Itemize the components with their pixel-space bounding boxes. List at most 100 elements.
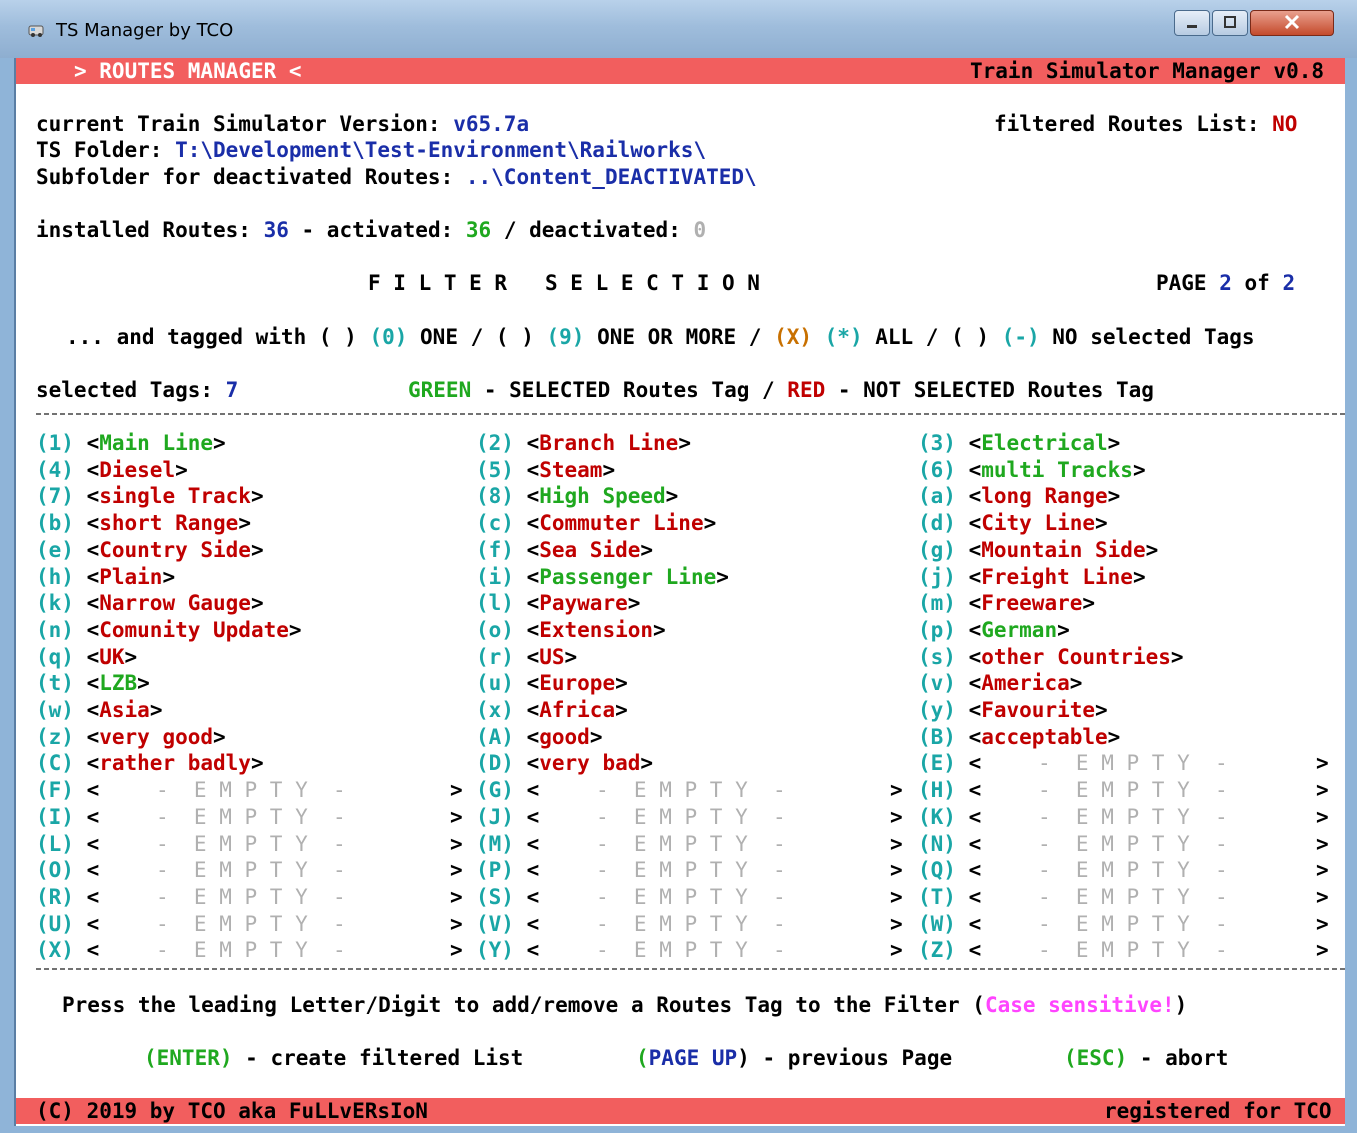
tag-item[interactable]: (U) <: [36, 911, 99, 937]
tag-key[interactable]: (J): [476, 805, 514, 829]
tag-key[interactable]: (l): [476, 591, 514, 615]
tag-key[interactable]: (s): [918, 645, 956, 669]
tag-key[interactable]: (m): [918, 591, 956, 615]
tag-item[interactable]: (j) <Freight Line>: [918, 564, 1146, 590]
tag-key[interactable]: (K): [918, 805, 956, 829]
tag-item[interactable]: (L) <: [36, 831, 99, 857]
title-bar[interactable]: TS Manager by TCO: [0, 0, 1357, 58]
tag-item[interactable]: (N) <: [918, 831, 981, 857]
mode-all-key[interactable]: (*): [825, 325, 863, 349]
tag-item[interactable]: (C) <rather badly>: [36, 750, 264, 776]
tag-item[interactable]: (z) <very good>: [36, 724, 226, 750]
tag-key[interactable]: (T): [918, 885, 956, 909]
mode-one-checkbox[interactable]: ( ): [319, 325, 370, 349]
tag-key[interactable]: (u): [476, 671, 514, 695]
tag-item[interactable]: (m) <Freeware>: [918, 590, 1095, 616]
tag-key[interactable]: (b): [36, 511, 74, 535]
page-up-action[interactable]: (PAGE UP) - previous Page: [636, 1045, 952, 1071]
tag-item[interactable]: (H) <: [918, 777, 981, 803]
tag-item[interactable]: (b) <short Range>: [36, 510, 251, 536]
tag-item[interactable]: (e) <Country Side>: [36, 537, 264, 563]
minimize-button[interactable]: [1174, 10, 1210, 36]
tag-item[interactable]: (h) <Plain>: [36, 564, 175, 590]
tag-key[interactable]: (z): [36, 725, 74, 749]
tag-item[interactable]: (d) <City Line>: [918, 510, 1108, 536]
tag-item[interactable]: (r) <US>: [476, 644, 577, 670]
tag-item[interactable]: (u) <Europe>: [476, 670, 628, 696]
tag-item[interactable]: (4) <Diesel>: [36, 457, 188, 483]
tag-item[interactable]: (q) <UK>: [36, 644, 137, 670]
tag-key[interactable]: (4): [36, 458, 74, 482]
tag-key[interactable]: (L): [36, 832, 74, 856]
tag-item[interactable]: (6) <multi Tracks>: [918, 457, 1146, 483]
escape-key[interactable]: (ESC): [1064, 1046, 1127, 1070]
tag-item[interactable]: (W) <: [918, 911, 981, 937]
tag-key[interactable]: (O): [36, 858, 74, 882]
tag-item[interactable]: (f) <Sea Side>: [476, 537, 653, 563]
mode-none-key[interactable]: (-): [1002, 325, 1040, 349]
tag-item[interactable]: (w) <Asia>: [36, 697, 162, 723]
tag-item[interactable]: (o) <Extension>: [476, 617, 666, 643]
tag-key[interactable]: (F): [36, 778, 74, 802]
tag-item[interactable]: (A) <good>: [476, 724, 602, 750]
tag-key[interactable]: (t): [36, 671, 74, 695]
tag-item[interactable]: (3) <Electrical>: [918, 430, 1120, 456]
tag-key[interactable]: (o): [476, 618, 514, 642]
tag-item[interactable]: (T) <: [918, 884, 981, 910]
tag-item[interactable]: (Q) <: [918, 857, 981, 883]
tag-item[interactable]: (I) <: [36, 804, 99, 830]
tag-item[interactable]: (v) <America>: [918, 670, 1082, 696]
tag-item[interactable]: (E) <: [918, 750, 981, 776]
tag-key[interactable]: (Z): [918, 938, 956, 962]
tag-item[interactable]: (t) <LZB>: [36, 670, 150, 696]
tag-key[interactable]: (3): [918, 431, 956, 455]
tag-item[interactable]: (y) <Favourite>: [918, 697, 1108, 723]
tag-item[interactable]: (J) <: [476, 804, 539, 830]
tag-key[interactable]: (e): [36, 538, 74, 562]
tag-key[interactable]: (I): [36, 805, 74, 829]
tag-key[interactable]: (W): [918, 912, 956, 936]
mode-all-checkbox[interactable]: (X): [774, 325, 825, 349]
tag-key[interactable]: (6): [918, 458, 956, 482]
tag-key[interactable]: (A): [476, 725, 514, 749]
tag-item[interactable]: (R) <: [36, 884, 99, 910]
tag-key[interactable]: (c): [476, 511, 514, 535]
mode-one-or-more-key[interactable]: (9): [546, 325, 584, 349]
tag-key[interactable]: (k): [36, 591, 74, 615]
enter-action[interactable]: (ENTER) - create filtered List: [144, 1045, 523, 1071]
tag-item[interactable]: (S) <: [476, 884, 539, 910]
tag-key[interactable]: (d): [918, 511, 956, 535]
tag-key[interactable]: (P): [476, 858, 514, 882]
tag-key[interactable]: (C): [36, 751, 74, 775]
tag-item[interactable]: (B) <acceptable>: [918, 724, 1120, 750]
tag-key[interactable]: (Q): [918, 858, 956, 882]
tag-item[interactable]: (F) <: [36, 777, 99, 803]
tag-item[interactable]: (n) <Comunity Update>: [36, 617, 302, 643]
tag-key[interactable]: (i): [476, 565, 514, 589]
tag-key[interactable]: (D): [476, 751, 514, 775]
tag-item[interactable]: (x) <Africa>: [476, 697, 628, 723]
tag-item[interactable]: (G) <: [476, 777, 539, 803]
tag-item[interactable]: (5) <Steam>: [476, 457, 615, 483]
tag-item[interactable]: (i) <Passenger Line>: [476, 564, 729, 590]
mode-one-key[interactable]: (0): [369, 325, 407, 349]
maximize-button[interactable]: [1212, 10, 1248, 36]
tag-key[interactable]: (X): [36, 938, 74, 962]
tag-key[interactable]: (B): [918, 725, 956, 749]
mode-one-or-more-checkbox[interactable]: ( ): [496, 325, 547, 349]
tag-item[interactable]: (g) <Mountain Side>: [918, 537, 1158, 563]
tag-key[interactable]: (Y): [476, 938, 514, 962]
tag-key[interactable]: (8): [476, 484, 514, 508]
tag-key[interactable]: (q): [36, 645, 74, 669]
tag-key[interactable]: (5): [476, 458, 514, 482]
tag-key[interactable]: (R): [36, 885, 74, 909]
tag-key[interactable]: (h): [36, 565, 74, 589]
tag-key[interactable]: (f): [476, 538, 514, 562]
tag-item[interactable]: (7) <single Track>: [36, 483, 264, 509]
tag-key[interactable]: (2): [476, 431, 514, 455]
tag-key[interactable]: (n): [36, 618, 74, 642]
tag-item[interactable]: (2) <Branch Line>: [476, 430, 691, 456]
tag-item[interactable]: (X) <: [36, 937, 99, 963]
tag-key[interactable]: (a): [918, 484, 956, 508]
tag-key[interactable]: (j): [918, 565, 956, 589]
